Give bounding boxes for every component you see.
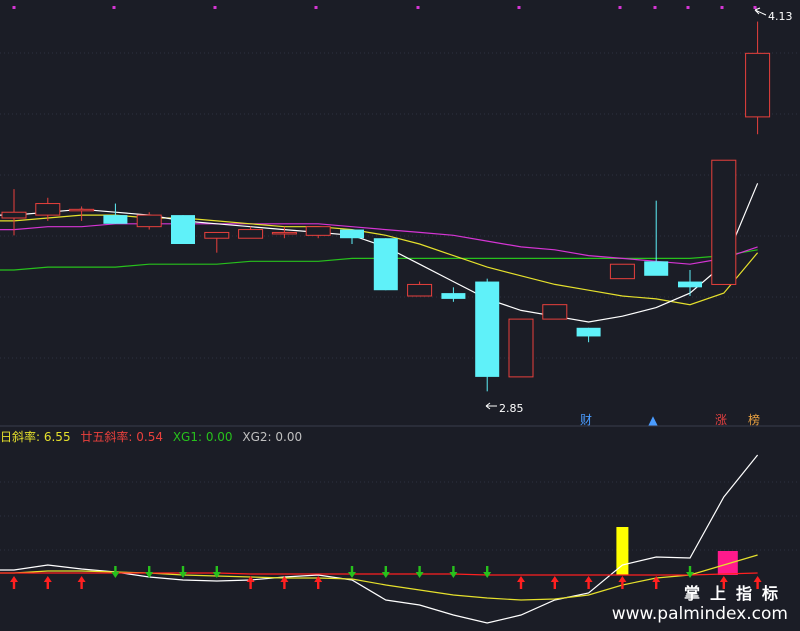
top-marker [416, 6, 420, 9]
candle [441, 287, 466, 302]
down-arrow-icon [179, 566, 187, 578]
indicator-item-xg2: XG2: 0.00 [242, 430, 303, 444]
indicator-bar [717, 551, 738, 575]
candle-body [475, 281, 500, 377]
candle [678, 270, 702, 296]
candle-body [103, 215, 128, 224]
candle [542, 304, 568, 320]
candle [609, 263, 635, 280]
candle-body [508, 318, 534, 378]
top-marker [12, 6, 16, 9]
indicator-item-daily-slope: 日斜率: 6.55 [0, 430, 71, 444]
top-marker [686, 6, 690, 9]
down-arrow-icon [381, 566, 390, 578]
candle [711, 159, 737, 285]
candle-body [136, 214, 162, 228]
candle-body [69, 208, 95, 212]
top-marker [618, 6, 622, 9]
candle [238, 226, 264, 239]
high-price-label: 4.13 [768, 10, 793, 23]
candle-body [745, 52, 771, 118]
event-badge[interactable]: 涨 [715, 412, 727, 427]
event-badges[interactable]: 财 ▲ 涨 榜 [580, 412, 760, 427]
up-arrow-icon [43, 576, 52, 589]
up-arrow-icon [77, 576, 86, 589]
candle-body [204, 231, 230, 239]
indicator-item-25-slope: 廿五斜率: 0.54 [80, 430, 163, 444]
candle [373, 238, 398, 291]
down-arrow-icon [111, 566, 120, 578]
low-price-label: 2.85 [499, 402, 524, 415]
candle-body [542, 304, 568, 320]
candle [171, 215, 195, 244]
up-arrow-icon [584, 576, 593, 589]
candle [644, 200, 669, 276]
candle-body [171, 215, 195, 244]
event-badge[interactable]: 财 [580, 413, 592, 427]
up-arrow-icon [246, 576, 255, 589]
candle-body [238, 229, 264, 239]
candle-body [35, 203, 61, 216]
candle-body [340, 229, 364, 239]
top-marker [653, 6, 657, 9]
high-price-arrow-icon [754, 7, 767, 16]
candle-body [441, 293, 466, 299]
stock-chart[interactable]: 4.13 2.85 财 ▲ 涨 榜 [0, 0, 800, 631]
candle-body [271, 231, 297, 235]
down-arrow-icon [483, 566, 492, 578]
candle [475, 278, 500, 392]
candle [508, 318, 534, 378]
candle-body [407, 283, 433, 297]
candle [305, 226, 331, 239]
top-markers [12, 6, 757, 9]
top-marker [720, 6, 724, 9]
watermark: 掌上指标 www.palmindex.com [612, 580, 788, 624]
candle [103, 203, 128, 224]
up-arrow-icon [550, 576, 559, 589]
candle-body [711, 159, 737, 285]
down-arrow-icon [348, 566, 356, 578]
top-marker [753, 6, 757, 9]
indicator-item-xg1: XG1: 0.00 [172, 430, 233, 444]
candle [69, 206, 95, 221]
top-marker [112, 6, 116, 9]
event-badge[interactable]: ▲ [648, 413, 658, 427]
grid-lines [0, 52, 800, 551]
candle [136, 212, 162, 230]
watermark-url: www.palmindex.com [611, 604, 788, 624]
candle [745, 21, 771, 135]
indicator-legend: 日斜率: 6.55 廿五斜率: 0.54 XG1: 0.00 XG2: 0.00 [0, 428, 308, 444]
candle-body [644, 261, 669, 276]
down-arrow-icon [449, 566, 458, 578]
up-arrow-icon [517, 576, 525, 589]
candle-body [678, 281, 702, 288]
candle-body [576, 327, 601, 337]
candle-body [1, 211, 27, 219]
watermark-cn: 掌上指标 [683, 584, 788, 603]
low-price-arrow-icon [485, 402, 497, 410]
up-arrow-icon [10, 576, 18, 589]
candle-body [373, 238, 398, 291]
candle [340, 229, 364, 244]
down-arrow-icon [686, 566, 694, 578]
top-marker [517, 6, 521, 9]
candle [204, 231, 230, 253]
candlesticks[interactable] [1, 21, 771, 392]
candle [407, 281, 433, 297]
candle [576, 327, 601, 343]
candle-body [305, 226, 331, 236]
top-marker [314, 6, 318, 9]
top-marker [213, 6, 217, 9]
down-arrow-icon [415, 566, 424, 578]
event-badge[interactable]: 榜 [748, 412, 760, 427]
candle-body [609, 263, 635, 280]
